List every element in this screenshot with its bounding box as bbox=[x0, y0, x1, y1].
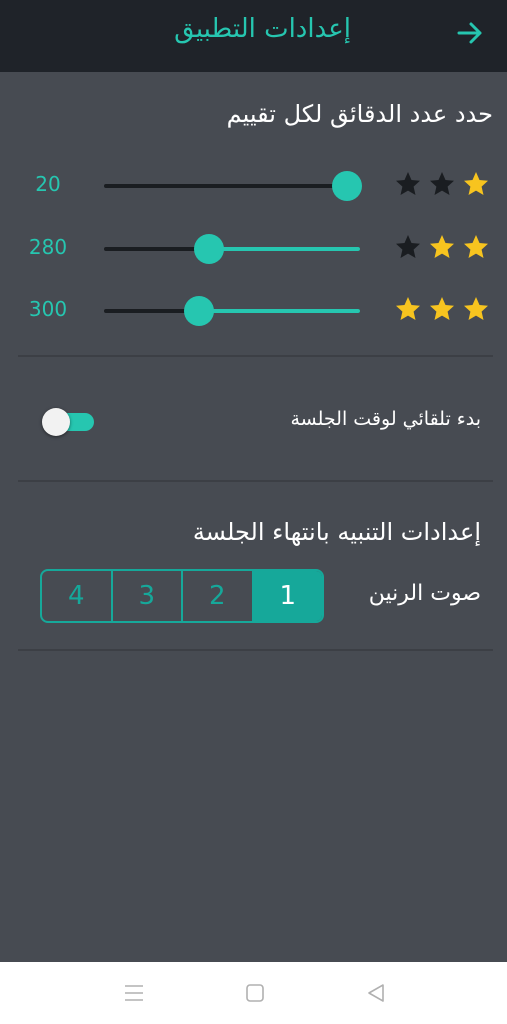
minutes-slider[interactable] bbox=[104, 296, 360, 326]
minutes-value: 20 bbox=[35, 172, 61, 196]
star-empty-icon bbox=[396, 235, 420, 258]
star-filled-icon bbox=[430, 235, 454, 258]
system-nav-bar bbox=[0, 962, 507, 1024]
star-empty-icon bbox=[430, 172, 454, 195]
minutes-slider[interactable] bbox=[104, 234, 360, 264]
divider bbox=[18, 480, 493, 482]
star-filled-icon bbox=[464, 297, 488, 320]
ringtone-option-1[interactable]: 1 bbox=[253, 571, 322, 621]
star-filled-icon bbox=[430, 297, 454, 320]
divider bbox=[18, 355, 493, 357]
divider bbox=[18, 649, 493, 651]
minutes-row: 20 bbox=[0, 166, 507, 206]
toggle-knob bbox=[42, 408, 70, 436]
minutes-row: 280 bbox=[0, 229, 507, 269]
back-triangle-icon[interactable] bbox=[364, 981, 388, 1005]
slider-thumb[interactable] bbox=[194, 234, 224, 264]
menu-icon[interactable] bbox=[122, 981, 146, 1005]
minutes-row: 300 bbox=[0, 291, 507, 331]
ringtone-selector: 4 3 2 1 bbox=[40, 569, 324, 623]
slider-fill bbox=[199, 309, 360, 313]
slider-thumb[interactable] bbox=[184, 296, 214, 326]
minutes-value: 300 bbox=[28, 297, 68, 321]
ringtone-option-4[interactable]: 4 bbox=[42, 571, 113, 621]
slider-fill bbox=[209, 247, 360, 251]
minutes-value: 280 bbox=[28, 235, 68, 259]
page-title: إعدادات التطبيق bbox=[174, 14, 351, 44]
slider-thumb[interactable] bbox=[332, 171, 362, 201]
star-filled-icon bbox=[464, 235, 488, 258]
home-square-icon[interactable] bbox=[243, 981, 267, 1005]
star-filled-icon bbox=[464, 172, 488, 195]
alert-section-title: إعدادات التنبيه بانتهاء الجلسة bbox=[192, 518, 481, 546]
star-empty-icon bbox=[396, 172, 420, 195]
app-bar: إعدادات التطبيق bbox=[0, 0, 507, 72]
star-filled-icon bbox=[396, 297, 420, 320]
ringtone-option-2[interactable]: 2 bbox=[183, 571, 254, 621]
minutes-slider[interactable] bbox=[104, 171, 362, 201]
minutes-section-title: حدد عدد الدقائق لكل تقييم bbox=[226, 100, 493, 128]
auto-start-label: بدء تلقائي لوقت الجلسة bbox=[290, 408, 481, 430]
ringtone-option-3[interactable]: 3 bbox=[113, 571, 183, 621]
auto-start-toggle[interactable] bbox=[42, 407, 96, 437]
arrow-right-icon[interactable] bbox=[455, 18, 485, 48]
ringtone-label: صوت الرنين bbox=[368, 581, 481, 606]
